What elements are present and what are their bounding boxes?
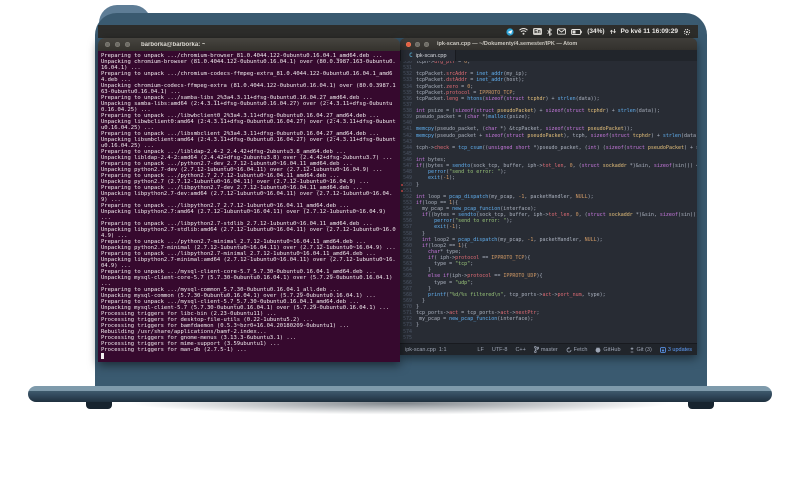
laptop-mockup: En (34%) Po kvě 11 16:09:29 ipk-scan.cpp… xyxy=(0,0,800,477)
mail-icon[interactable] xyxy=(557,28,567,35)
close-button[interactable] xyxy=(406,41,411,47)
maximize-button[interactable] xyxy=(125,42,130,47)
terminal-title: barborka@barborka: ~ xyxy=(141,41,206,48)
github-icon xyxy=(596,346,601,353)
error-marker-icon xyxy=(401,183,404,186)
code-line: 575 xyxy=(400,335,697,341)
messaging-app-icon[interactable] xyxy=(506,27,514,36)
battery-percentage[interactable]: (34%) xyxy=(587,28,604,35)
terminal-line: Preparing to unpack .../chromium-codecs-… xyxy=(101,71,393,83)
terminal-line: Unpacking samba-libs:amd64 (2:4.3.11+dfs… xyxy=(101,101,393,113)
code-line: 542 memcpy(pseudo_packet + sizeof(struct … xyxy=(400,133,697,139)
code-text: printf("%d/%s filtered\n", tcp_ports->ac… xyxy=(428,291,606,298)
code-line: 544 tcph->check = tcp_csum((unsigned shor… xyxy=(400,145,697,151)
gear-icon[interactable] xyxy=(683,28,691,36)
tab-label: ipk-scan.cpp xyxy=(415,52,447,59)
terminal-line: Unpacking libpython2.7-minimal:amd64 (2.… xyxy=(101,257,396,269)
tab-bar: C ipk-scan.cpp xyxy=(400,50,697,61)
minimize-button[interactable] xyxy=(115,42,120,47)
diff-icon xyxy=(630,346,633,352)
package-update-icon xyxy=(660,346,666,353)
code-text: tcph->check = tcp_csum((unsigned short *… xyxy=(416,144,697,151)
sync-arrows-icon[interactable] xyxy=(609,28,616,35)
branch-icon xyxy=(533,346,539,353)
bluetooth-icon[interactable] xyxy=(547,27,553,36)
status-line-ending[interactable]: LF xyxy=(477,347,483,353)
code-text: } xyxy=(416,322,420,329)
editor-body[interactable]: 530 tcph->urg_ptr = 0; 531 532 tcpPacket.src… xyxy=(400,61,697,343)
line-number: 575 xyxy=(402,334,412,341)
status-git-changes[interactable]: Git (3) xyxy=(629,347,652,353)
clock[interactable]: Po kvě 11 16:09:29 xyxy=(621,28,678,35)
status-language[interactable]: C++ xyxy=(515,347,525,353)
terminal-line: Unpacking mysql-client-core-5.7 (5.7.30-… xyxy=(101,275,396,287)
status-fetch[interactable]: Fetch xyxy=(566,346,587,353)
terminal-line: Unpacking chromium-codecs-ffmpeg-extra (… xyxy=(101,83,396,95)
terminal-line: Unpacking libwbclient0:amd64 (2:4.3.11+d… xyxy=(101,119,396,131)
status-git-branch[interactable]: master xyxy=(533,346,558,353)
wifi-icon[interactable] xyxy=(518,28,528,35)
laptop-shadow xyxy=(15,397,785,431)
terminal-line: Unpacking libpython2.7-dev:amd64 (2.7.12… xyxy=(101,191,393,203)
status-file[interactable]: ipk-scan.cpp xyxy=(405,347,436,353)
laptop-base xyxy=(28,386,772,402)
fetch-icon xyxy=(566,346,572,352)
status-bar: ipk-scan.cpp 1:1 LF UTF-8 C++ master Fet… xyxy=(400,343,697,355)
code-text: my_pcap = new_pcap_funcion(interface); xyxy=(416,316,534,323)
code-text: } xyxy=(416,181,420,188)
status-encoding[interactable]: UTF-8 xyxy=(492,347,508,353)
terminal-cursor xyxy=(101,353,397,361)
cpp-file-icon: C xyxy=(409,52,413,59)
system-panel: En (34%) Po kvě 11 16:09:29 xyxy=(98,25,698,38)
terminal-line: Unpacking chromium-browser (81.0.4044.12… xyxy=(101,59,396,71)
terminal-output[interactable]: Preparing to unpack .../chromium-browser… xyxy=(98,51,400,362)
terminal-line: Unpacking libpython2.7:amd64 (2.7.12-1ub… xyxy=(101,209,390,221)
code-text: tcph->urg_ptr = 0; xyxy=(416,61,471,65)
window-title: ipk-scan.cpp — ~/Dokumenty/4.semester/IP… xyxy=(437,41,578,47)
battery-icon[interactable] xyxy=(571,28,582,35)
status-updates[interactable]: 3 updates xyxy=(660,347,692,353)
code-text: pseudo_packet = (char *)malloc(psize); xyxy=(416,114,531,121)
minimize-button[interactable] xyxy=(415,41,420,47)
tab-ipk-scan[interactable]: C ipk-scan.cpp xyxy=(400,50,456,61)
status-cursor-position[interactable]: 1:1 xyxy=(439,347,447,353)
maximize-button[interactable] xyxy=(424,41,429,47)
terminal-titlebar[interactable]: barborka@barborka: ~ xyxy=(98,38,400,51)
status-github[interactable]: GitHub xyxy=(595,346,621,353)
terminal-line: Unpacking libsmbclient:amd64 (2:4.3.11+d… xyxy=(101,137,396,149)
terminal-window: barborka@barborka: ~ Preparing to unpack… xyxy=(98,38,400,362)
code-text: tcpPacket.leng = htons(sizeof(struct tcp… xyxy=(416,95,600,102)
code-text: memcpy(pseudo_packet + sizeof(struct pse… xyxy=(416,132,697,139)
desktop-screen: En (34%) Po kvě 11 16:09:29 ipk-scan.cpp… xyxy=(98,25,698,363)
atom-window: ipk-scan.cpp — ~/Dokumenty/4.semester/IP… xyxy=(400,38,697,355)
keyboard-layout-indicator[interactable]: En xyxy=(532,28,543,35)
close-button[interactable] xyxy=(105,42,110,47)
terminal-line: Unpacking libpython2.7-stdlib:amd64 (2.7… xyxy=(101,227,396,239)
error-marker-icon xyxy=(401,189,404,193)
atom-titlebar[interactable]: ipk-scan.cpp — ~/Dokumenty/4.semester/IP… xyxy=(400,38,697,50)
code-text: exit(-1); xyxy=(428,175,456,182)
